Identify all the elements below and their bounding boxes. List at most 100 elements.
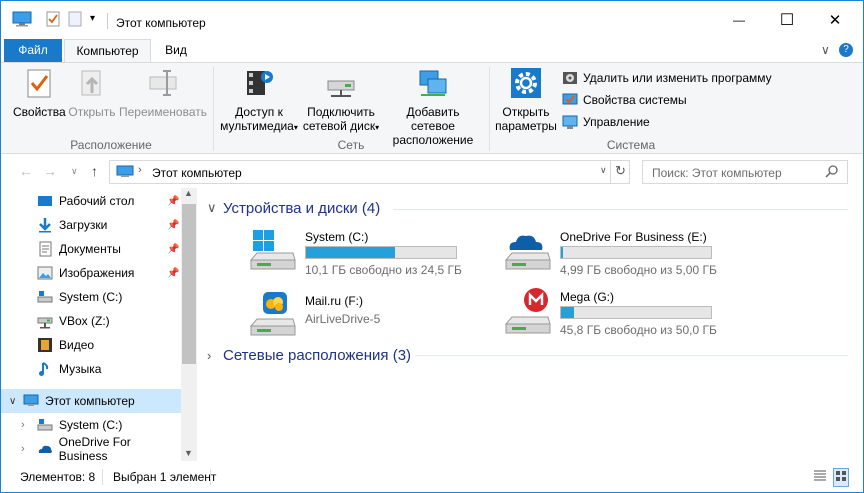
nav-item-documents[interactable]: Документы 📌	[1, 237, 181, 261]
search-icon	[825, 164, 839, 181]
uninstall-program-item[interactable]: Удалить или изменить программу	[562, 69, 772, 87]
drive-item[interactable]: OneDrive For Business (E:) 4,99 ГБ свобо…	[504, 228, 754, 278]
nav-item-downloads[interactable]: Загрузки 📌	[1, 213, 181, 237]
address-dropdown-icon[interactable]: ∨	[600, 165, 607, 176]
large-icons-view-icon[interactable]	[833, 468, 849, 487]
chevron-right-icon[interactable]: ›	[21, 443, 37, 455]
nav-scrollbar[interactable]: ▲ ▼	[181, 188, 197, 461]
pin-icon[interactable]: 📌	[167, 196, 179, 207]
open-button[interactable]: Открыть	[67, 67, 117, 119]
computer-icon	[12, 11, 32, 30]
mega-drive-icon	[504, 288, 552, 334]
properties-button[interactable]: Свойства	[13, 67, 66, 119]
details-view-icon[interactable]	[813, 469, 827, 486]
pin-icon[interactable]: 📌	[167, 220, 179, 231]
nav-item-desktop[interactable]: Рабочий стол 📌	[1, 189, 181, 213]
properties-icon	[23, 67, 55, 99]
properties-quick-icon[interactable]	[46, 11, 60, 30]
title-separator	[107, 13, 108, 29]
management-item[interactable]: Управление	[562, 113, 650, 131]
recent-locations-icon[interactable]: ∨	[71, 166, 78, 177]
drive-item[interactable]: Mega (G:) 45,8 ГБ свободно из 50,0 ГБ	[504, 288, 754, 338]
open-settings-button[interactable]: Открыть параметры	[493, 67, 559, 133]
network-drive-icon	[325, 67, 357, 99]
back-arrow-icon[interactable]: ←	[19, 163, 33, 179]
uninstall-label: Удалить или изменить программу	[583, 71, 772, 85]
drive-usage-fill	[561, 307, 574, 318]
search-box[interactable]: Поиск: Этот компьютер	[642, 160, 848, 184]
nav-item-label: System (C:)	[59, 418, 123, 432]
chevron-right-icon[interactable]: ›	[21, 419, 37, 431]
nav-item-label: OneDrive For Business	[58, 435, 131, 463]
collapse-ribbon-icon[interactable]: ∨	[821, 43, 830, 57]
media-access-label-1: Доступ к	[235, 105, 283, 119]
minimize-button[interactable]: —	[716, 1, 762, 39]
scroll-up-icon[interactable]: ▲	[184, 188, 193, 198]
breadcrumb-chevron-icon[interactable]: ›	[138, 164, 142, 176]
close-button[interactable]: ✕	[812, 1, 858, 39]
nav-item-vbox-z[interactable]: VBox (Z:)	[1, 309, 181, 333]
rename-button[interactable]: Переименовать	[117, 67, 209, 119]
tab-computer[interactable]: Компьютер	[64, 39, 151, 64]
nav-item-this-pc[interactable]: ∨ Этот компьютер	[1, 389, 181, 413]
uninstall-icon	[562, 70, 578, 86]
nav-item-system-c[interactable]: System (C:)	[1, 285, 181, 309]
drive-free-space: 45,8 ГБ свободно из 50,0 ГБ	[560, 323, 717, 337]
pin-icon[interactable]: 📌	[167, 268, 179, 279]
drive-icon	[37, 417, 53, 433]
group-devices-header[interactable]: ∨ Устройства и диски (4)	[207, 197, 380, 219]
nav-item-label: Музыка	[59, 362, 102, 376]
address-bar[interactable]: › Этот компьютер ∨ ↻	[109, 160, 630, 184]
group-network-header[interactable]: › Сетевые расположения (3)	[207, 344, 411, 366]
drive-name: Mega (G:)	[560, 290, 615, 304]
drive-usage-fill	[561, 247, 564, 258]
music-icon	[37, 361, 53, 377]
forward-arrow-icon[interactable]: →	[43, 163, 57, 179]
windows-drive-icon	[249, 228, 297, 274]
help-icon[interactable]: ?	[839, 43, 853, 57]
network-location-icon	[417, 67, 449, 99]
computer-icon	[23, 393, 39, 409]
system-properties-icon	[562, 92, 578, 108]
tab-file[interactable]: Файл	[4, 39, 62, 63]
drive-item[interactable]: System (C:) 10,1 ГБ свободно из 24,5 ГБ	[249, 228, 499, 278]
properties-label: Свойства	[13, 105, 66, 119]
nav-item-music[interactable]: Музыка	[1, 357, 181, 381]
chevron-right-icon: ›	[207, 347, 212, 363]
add-location-label-1: Добавить сетевое	[406, 105, 460, 133]
download-icon	[37, 217, 53, 233]
maximize-button[interactable]: ☐	[764, 1, 810, 39]
title-bar: ▾ Этот компьютер — ☐ ✕	[1, 1, 863, 39]
system-properties-item[interactable]: Свойства системы	[562, 91, 687, 109]
map-network-drive-button[interactable]: Подключить сетевой диск▾	[301, 67, 381, 135]
open-settings-label-1: Открыть	[502, 105, 550, 119]
drive-free-space: 10,1 ГБ свободно из 24,5 ГБ	[305, 263, 462, 277]
scroll-down-icon[interactable]: ▼	[184, 448, 193, 458]
group-system-label: Система	[606, 138, 656, 152]
refresh-icon[interactable]: ↻	[615, 163, 626, 179]
up-arrow-icon[interactable]: ↑	[91, 163, 98, 179]
chevron-down-icon: ∨	[207, 200, 217, 215]
drive-usage-bar	[560, 246, 712, 259]
breadcrumb-this-pc[interactable]: Этот компьютер	[152, 166, 242, 180]
nav-item-videos[interactable]: Видео	[1, 333, 181, 357]
chevron-down-icon[interactable]: ∨	[9, 396, 23, 407]
nav-item-label: Видео	[59, 338, 95, 352]
media-access-button[interactable]: Доступ к мультимедиа▾	[219, 67, 299, 135]
tab-view[interactable]: Вид	[153, 39, 199, 63]
customize-toolbar-icon[interactable]: ▾	[90, 13, 95, 24]
nav-item-pictures[interactable]: Изображения 📌	[1, 261, 181, 285]
nav-item-onedrive-business[interactable]: › OneDrive For Business	[1, 435, 181, 463]
nav-item-system-c-child[interactable]: › System (C:)	[1, 413, 181, 437]
system-properties-label: Свойства системы	[583, 93, 687, 107]
new-folder-quick-icon[interactable]	[68, 11, 82, 30]
scrollbar-thumb[interactable]	[182, 204, 196, 364]
nav-item-label: VBox (Z:)	[59, 314, 110, 328]
open-label: Открыть	[68, 105, 116, 119]
drive-item[interactable]: Mail.ru (F:) AirLiveDrive-5	[249, 292, 499, 342]
drive-label: AirLiveDrive-5	[305, 312, 381, 326]
add-network-location-button[interactable]: Добавить сетевое расположение	[383, 67, 483, 147]
drive-name: Mail.ru (F:)	[305, 294, 363, 308]
pin-icon[interactable]: 📌	[167, 244, 179, 255]
drive-usage-bar	[305, 246, 457, 259]
